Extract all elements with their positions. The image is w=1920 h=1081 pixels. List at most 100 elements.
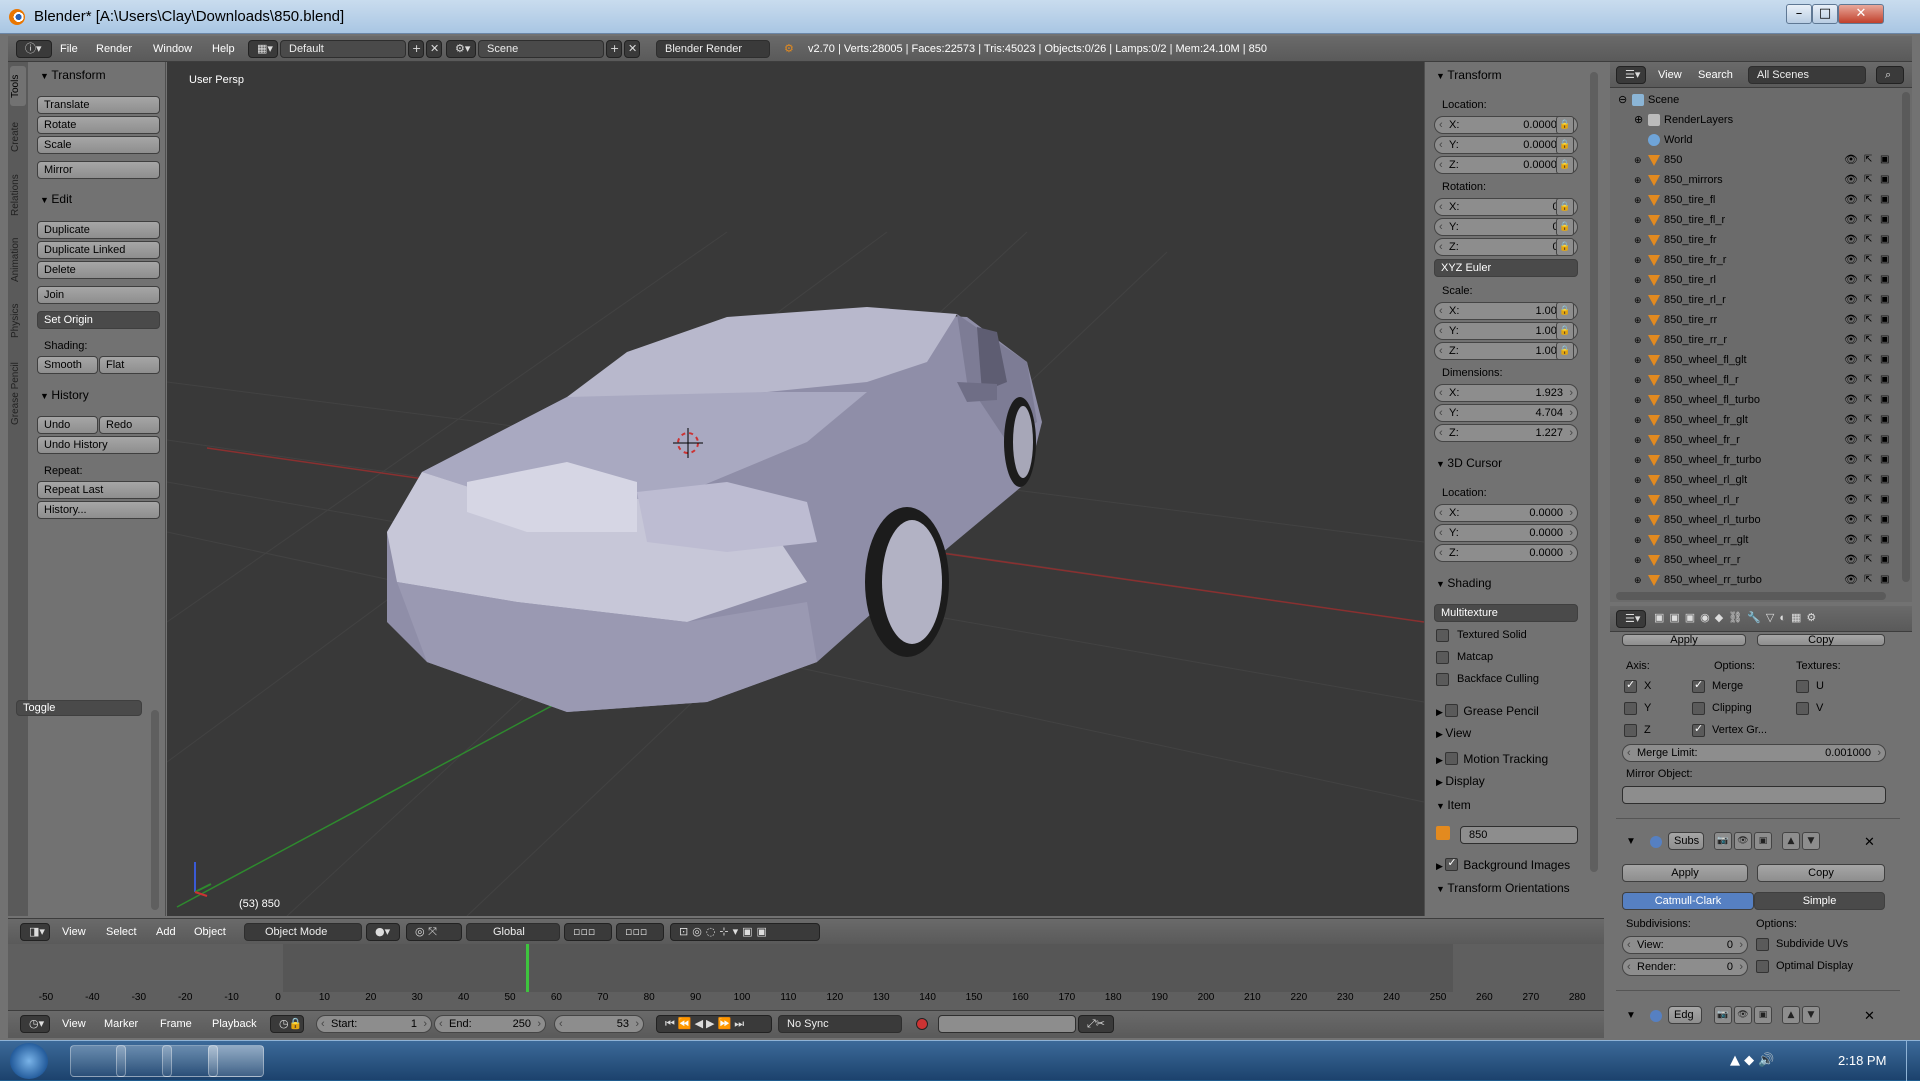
history-panel-header[interactable]: History	[40, 388, 88, 402]
flat-button[interactable]: Flat	[99, 356, 160, 374]
timeline-menu-view[interactable]: View	[62, 1015, 86, 1033]
merge-limit-field[interactable]: Merge Limit:0.001000	[1622, 744, 1886, 762]
edit-panel-header[interactable]: Edit	[40, 192, 72, 206]
tray-icons[interactable]: ▲ ◆ 🔊	[1730, 1053, 1774, 1068]
timeline[interactable]: -50 -40 -30 -20 -10 0 10 20 30 40 50 60 70 80 90 100 110…	[8, 944, 1604, 1010]
render-camera-icon[interactable]: ▣	[1880, 190, 1889, 210]
close-button[interactable]: ✕	[1838, 4, 1884, 24]
outliner-object-row[interactable]: ⊕ 850_wheel_fr_turbo 👁 ⇱ ▣	[1610, 450, 1900, 470]
render-camera-icon[interactable]: ▣	[1880, 370, 1889, 390]
lock-icon[interactable]: 🔒	[1556, 302, 1574, 320]
select-arrow-icon[interactable]: ⇱	[1864, 150, 1872, 170]
visibility-eye-icon[interactable]: 👁	[1844, 270, 1858, 290]
menu-view[interactable]: View	[62, 923, 86, 941]
render-toggle-icon[interactable]: 📷	[1714, 832, 1732, 850]
npanel-scrollbar[interactable]	[1590, 72, 1598, 872]
playhead[interactable]	[526, 944, 529, 992]
display-panel-header[interactable]: Display	[1436, 774, 1484, 788]
menu-object[interactable]: Object	[194, 923, 226, 941]
item-panel-header[interactable]: Item	[1436, 798, 1470, 812]
tab-animation[interactable]: Animation	[10, 228, 26, 292]
timeline-menu-marker[interactable]: Marker	[104, 1015, 138, 1033]
tree-item-world[interactable]: World	[1610, 130, 1900, 150]
keying-set-field[interactable]	[938, 1015, 1076, 1033]
range-icon[interactable]: ◷🔒	[270, 1015, 304, 1033]
visibility-eye-icon[interactable]: 👁	[1844, 330, 1858, 350]
move-down-icon[interactable]: ▼	[1802, 832, 1820, 850]
outliner-editor-icon[interactable]: ☰▾	[1616, 66, 1646, 84]
visibility-eye-icon[interactable]: 👁	[1844, 470, 1858, 490]
grease-pencil-panel-header[interactable]: Grease Pencil	[1436, 702, 1539, 718]
render-levels-field[interactable]: Render:0	[1622, 958, 1748, 976]
select-arrow-icon[interactable]: ⇱	[1864, 330, 1872, 350]
cursor-y-field[interactable]: Y:0.0000	[1434, 524, 1578, 542]
render-camera-icon[interactable]: ▣	[1880, 170, 1889, 190]
outliner-object-row[interactable]: ⊕ 850_wheel_rl_r 👁 ⇱ ▣	[1610, 490, 1900, 510]
menu-render[interactable]: Render	[96, 40, 132, 58]
render-camera-icon[interactable]: ▣	[1880, 330, 1889, 350]
outliner-object-row[interactable]: ⊕ 850_tire_fl 👁 ⇱ ▣	[1610, 190, 1900, 210]
visibility-eye-icon[interactable]: 👁	[1844, 350, 1858, 370]
background-images-panel-header[interactable]: Background Images	[1436, 856, 1570, 872]
visibility-eye-icon[interactable]: 👁	[1844, 510, 1858, 530]
start-button[interactable]	[10, 1043, 48, 1079]
select-arrow-icon[interactable]: ⇱	[1864, 390, 1872, 410]
minimize-button[interactable]: –	[1786, 4, 1812, 24]
outliner-vscrollbar[interactable]	[1902, 92, 1910, 582]
render-camera-icon[interactable]: ▣	[1880, 510, 1889, 530]
menu-file[interactable]: File	[60, 40, 78, 58]
layer-buttons-icon[interactable]: ▫▫▫	[616, 923, 664, 941]
3d-viewport[interactable]: User Persp (53) 850	[167, 62, 1424, 916]
snap-tools-icon[interactable]: ⊡◎◌⊹▾▣▣	[670, 923, 820, 941]
select-arrow-icon[interactable]: ⇱	[1864, 230, 1872, 250]
render-engine-select[interactable]: Blender Render	[656, 40, 770, 58]
visibility-eye-icon[interactable]: 👁	[1844, 190, 1858, 210]
axis-y-checkbox[interactable]	[1624, 702, 1637, 715]
remove-layout-icon[interactable]: ✕	[426, 40, 442, 58]
toggle-select[interactable]: Toggle	[16, 700, 142, 716]
outliner-object-row[interactable]: ⊕ 850_tire_rr 👁 ⇱ ▣	[1610, 310, 1900, 330]
current-frame-field[interactable]: 53	[554, 1015, 644, 1033]
editor-type-timeline-icon[interactable]: ◷▾	[20, 1015, 50, 1033]
select-arrow-icon[interactable]: ⇱	[1864, 190, 1872, 210]
move-down-icon[interactable]: ▼	[1802, 1006, 1820, 1024]
render-camera-icon[interactable]: ▣	[1880, 310, 1889, 330]
tab-relations[interactable]: Relations	[10, 166, 26, 224]
shading-panel-header[interactable]: Shading	[1436, 576, 1491, 590]
remove-modifier-icon[interactable]: ✕	[1864, 1008, 1875, 1024]
outliner-object-row[interactable]: ⊕ 850_wheel_fl_r 👁 ⇱ ▣	[1610, 370, 1900, 390]
select-arrow-icon[interactable]: ⇱	[1864, 410, 1872, 430]
select-arrow-icon[interactable]: ⇱	[1864, 430, 1872, 450]
mode-select[interactable]: Object Mode	[244, 923, 362, 941]
tool-shelf-scrollbar[interactable]	[151, 710, 159, 910]
undo-history-button[interactable]: Undo History	[37, 436, 160, 454]
outliner-object-row[interactable]: ⊕ 850_wheel_fl_glt 👁 ⇱ ▣	[1610, 350, 1900, 370]
tree-item-scene[interactable]: ⊖ Scene	[1610, 90, 1900, 110]
visibility-eye-icon[interactable]: 👁	[1844, 550, 1858, 570]
select-arrow-icon[interactable]: ⇱	[1864, 290, 1872, 310]
render-camera-icon[interactable]: ▣	[1880, 410, 1889, 430]
lock-icon[interactable]: 🔒	[1556, 136, 1574, 154]
duplicate-linked-button[interactable]: Duplicate Linked	[37, 241, 160, 259]
render-camera-icon[interactable]: ▣	[1880, 430, 1889, 450]
layout-icon[interactable]: ▦▾	[248, 40, 278, 58]
visibility-eye-icon[interactable]: 👁	[1844, 530, 1858, 550]
motion-tracking-panel-header[interactable]: Motion Tracking	[1436, 750, 1548, 766]
outliner-object-row[interactable]: ⊕ 850_mirrors 👁 ⇱ ▣	[1610, 170, 1900, 190]
menu-add[interactable]: Add	[156, 923, 176, 941]
visibility-eye-icon[interactable]: 👁	[1844, 390, 1858, 410]
remove-scene-icon[interactable]: ✕	[624, 40, 640, 58]
simple-button[interactable]: Simple	[1754, 892, 1885, 910]
select-arrow-icon[interactable]: ⇱	[1864, 170, 1872, 190]
outliner-object-row[interactable]: ⊕ 850_wheel_fr_glt 👁 ⇱ ▣	[1610, 410, 1900, 430]
duplicate-button[interactable]: Duplicate	[37, 221, 160, 239]
visibility-eye-icon[interactable]: 👁	[1844, 410, 1858, 430]
redo-button[interactable]: Redo	[99, 416, 160, 434]
search-icon[interactable]: ⌕	[1876, 66, 1904, 84]
subdivide-uvs-checkbox[interactable]	[1756, 938, 1769, 951]
render-camera-icon[interactable]: ▣	[1880, 490, 1889, 510]
visibility-eye-icon[interactable]: 👁	[1844, 450, 1858, 470]
select-arrow-icon[interactable]: ⇱	[1864, 530, 1872, 550]
set-origin-select[interactable]: Set Origin	[37, 311, 160, 329]
item-name-field[interactable]: 850	[1460, 826, 1578, 844]
